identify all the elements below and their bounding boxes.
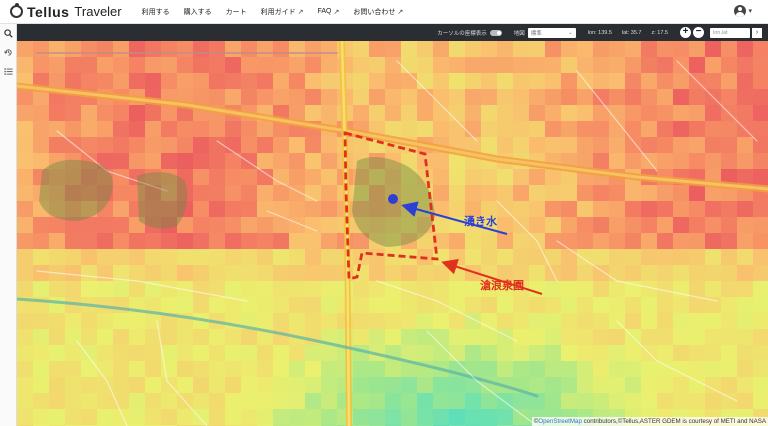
search-icon[interactable] <box>0 24 17 43</box>
logo-icon <box>10 3 23 18</box>
lon-readout: lon: 139.5 <box>587 29 612 36</box>
latlon-input[interactable]: lon,lat <box>710 27 750 38</box>
zoom-out-button[interactable]: − <box>693 27 704 38</box>
user-avatar-icon <box>734 5 747 17</box>
history-icon[interactable] <box>0 43 17 62</box>
logo-brand: Tellus <box>27 3 70 20</box>
garden-label: 滄浪泉園 <box>480 280 524 292</box>
zoom-in-button[interactable]: + <box>680 27 691 38</box>
park-areas <box>39 157 435 247</box>
external-link-icon: ↗ <box>333 8 340 16</box>
user-menu[interactable]: ▾ <box>734 5 752 17</box>
spring-marker <box>388 194 398 204</box>
chevron-down-icon: ⌄ <box>568 29 573 36</box>
openstreetmap-link[interactable]: OpenStreetMap <box>538 418 582 425</box>
map-toolbar: カーソルの座標表示 地図 標準 ⌄ lon: 139.5 lat: 35.7 z… <box>17 24 768 41</box>
top-nav: Tellus Traveler 利用する 購入する カート 利用ガイド ↗ FAQ… <box>0 0 768 24</box>
basemap-label: 地図 <box>513 30 525 37</box>
chevron-down-icon: ▾ <box>748 8 752 15</box>
layers-list-icon[interactable] <box>0 62 17 81</box>
logo[interactable]: Tellus Traveler <box>10 3 122 20</box>
sidebar <box>0 24 17 426</box>
map-overlay <box>17 41 768 426</box>
basemap-select[interactable]: 標準 ⌄ <box>527 27 576 38</box>
nav-link-contact[interactable]: お問い合わせ ↗ <box>353 7 403 17</box>
nav-links: 利用する 購入する カート 利用ガイド ↗ FAQ ↗ お問い合わせ ↗ <box>142 7 404 17</box>
map-canvas[interactable]: 湧き水 滄浪泉園 ©OpenStreetMap contributors,©Te… <box>17 41 768 426</box>
cursor-position-label: カーソルの座標表示 <box>437 30 487 37</box>
nav-link-cart[interactable]: カート <box>226 7 247 17</box>
external-link-icon: ↗ <box>297 8 304 16</box>
zoom-readout: z: 17.5 <box>651 29 668 36</box>
logo-product: Traveler <box>74 4 122 19</box>
nav-link-faq[interactable]: FAQ ↗ <box>318 7 340 17</box>
cursor-position-toggle[interactable] <box>489 29 502 36</box>
spring-label: 湧き水 <box>464 216 497 228</box>
map-attribution: ©OpenStreetMap contributors,©Tellus,ASTE… <box>531 417 768 426</box>
lat-readout: lat: 35.7 <box>621 29 642 36</box>
go-button[interactable]: › <box>752 27 762 38</box>
external-link-icon: ↗ <box>397 8 404 16</box>
nav-link-buy[interactable]: 購入する <box>184 7 212 17</box>
nav-link-guide[interactable]: 利用ガイド ↗ <box>261 7 304 17</box>
nav-link-use[interactable]: 利用する <box>142 7 170 17</box>
